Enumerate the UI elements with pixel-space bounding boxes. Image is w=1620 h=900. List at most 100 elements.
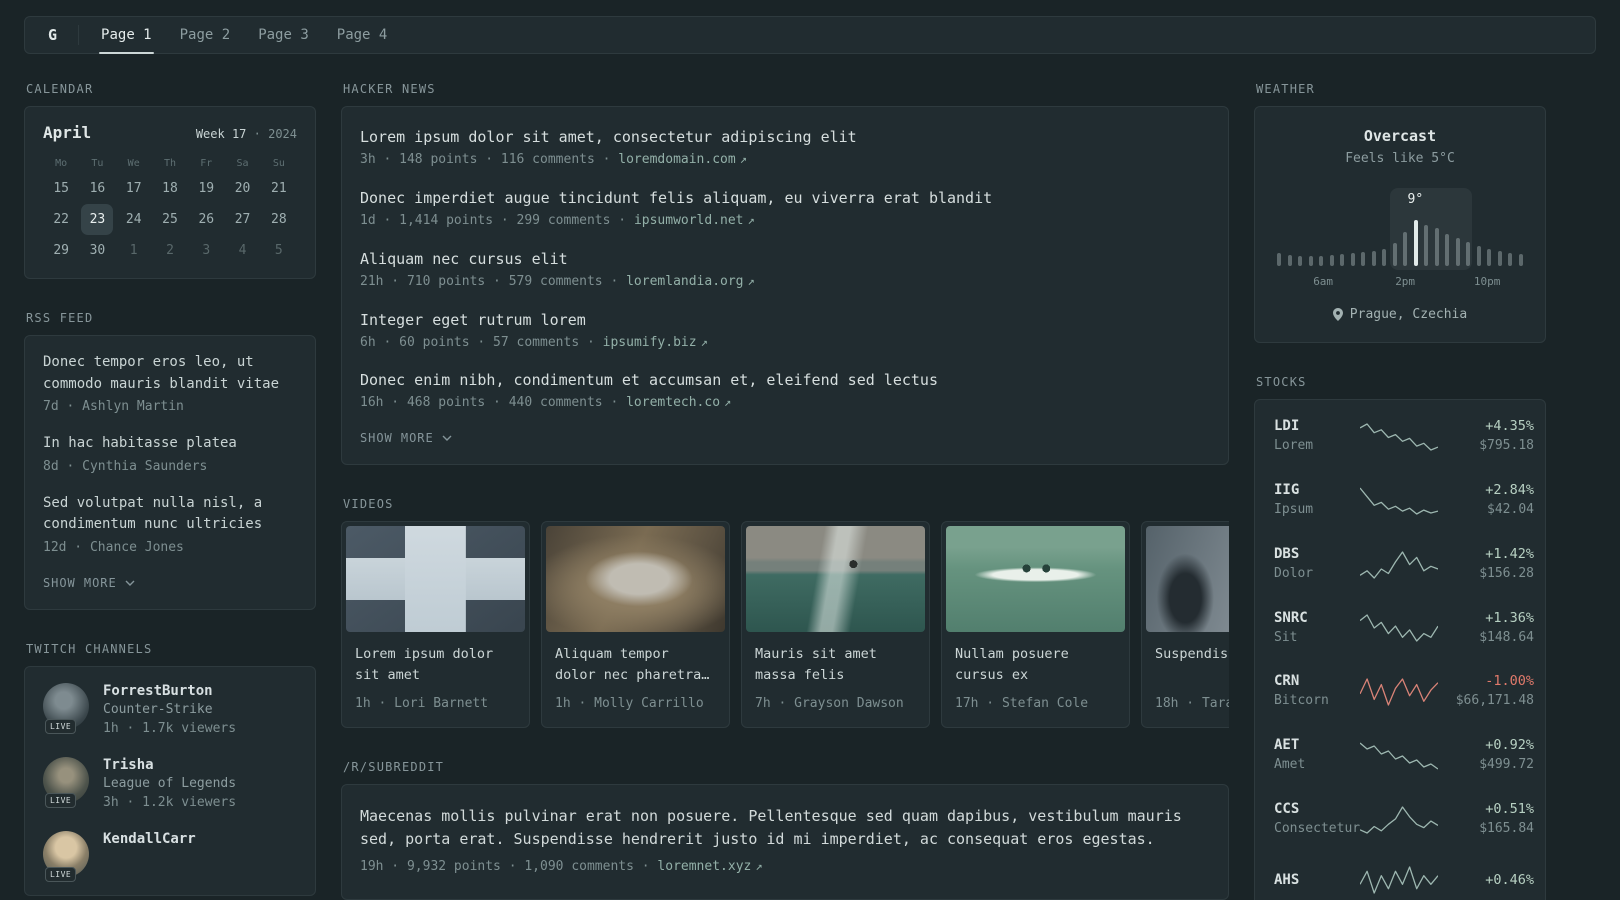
sparkline-chart (1360, 423, 1438, 451)
stock-change: +1.36% (1485, 609, 1534, 626)
nav-tab-page-3[interactable]: Page 3 (244, 17, 323, 53)
hackernews-item-title[interactable]: Donec enim nibh, condimentum et accumsan… (360, 370, 1210, 391)
stock-sparkline (1360, 422, 1438, 452)
video-card[interactable]: Lorem ipsum dolor sit amet consectetu… 1h… (341, 521, 530, 729)
rss-item-title[interactable]: Sed volutpat nulla nisl, a condimentum n… (43, 493, 297, 536)
page-tabs: Page 1 Page 2 Page 3 Page 4 (87, 17, 402, 54)
domain-link[interactable]: ipsumify.biz (603, 335, 697, 350)
video-title[interactable]: Aliquam tempor dolor nec pharetra… (555, 644, 716, 686)
weather-bar (1434, 228, 1439, 266)
video-title[interactable]: Suspendisse diam (1155, 644, 1229, 686)
hackernews-show-more-button[interactable]: SHOW MORE (360, 431, 452, 445)
video-card[interactable]: Suspendisse diam 18h · Tara (1141, 521, 1229, 729)
hackernews-widget: HACKER NEWS Lorem ipsum dolor sit amet, … (341, 82, 1229, 466)
weather-axis-label: 2pm (1395, 275, 1416, 288)
hackernews-item-title[interactable]: Aliquam nec cursus elit (360, 249, 1210, 270)
hackernews-item-title[interactable]: Donec imperdiet augue tincidunt felis al… (360, 188, 1210, 209)
domain-link[interactable]: loremlandia.org (626, 274, 743, 289)
videos-scroll-row[interactable]: Lorem ipsum dolor sit amet consectetu… 1h… (341, 521, 1229, 729)
calendar-day: 27 (234, 212, 251, 227)
stock-symbol[interactable]: SNRC (1274, 610, 1360, 626)
stock-symbol[interactable]: DBS (1274, 546, 1360, 562)
twitch-channel-row[interactable]: LIVE KendallCarr (43, 830, 297, 882)
twitch-widget: TWITCH CHANNELS LIVE ForrestBurton Counter… (24, 642, 316, 896)
domain-link[interactable]: loremtech.co (626, 395, 720, 410)
stock-symbol[interactable]: LDI (1274, 418, 1360, 434)
video-meta: 1h · Lori Barnett (355, 696, 489, 712)
weather-location: Prague, Czechia (1275, 307, 1525, 322)
rss-list: Donec tempor eros leo, ut commodo mauris… (43, 352, 297, 558)
widget-title-videos: VIDEOS (343, 497, 394, 512)
stock-values: +0.92% $499.72 (1438, 737, 1534, 775)
rss-widget: RSS FEED Donec tempor eros leo, ut commo… (24, 311, 316, 610)
twitch-channel-row[interactable]: LIVE ForrestBurton Counter-Strike 1h · 1.7k… (43, 682, 297, 739)
domain-link[interactable]: loremnet.xyz (657, 859, 751, 874)
sparkline-chart (1360, 614, 1438, 643)
nav-tab-page-1[interactable]: Page 1 (87, 17, 166, 54)
stock-change: -1.00% (1485, 673, 1534, 690)
weather-bar (1518, 254, 1523, 266)
domain-link[interactable]: loremdomain.com (618, 152, 735, 167)
stock-symbol[interactable]: IIG (1274, 482, 1360, 498)
hackernews-item-title[interactable]: Integer eget rutrum lorem (360, 310, 1210, 331)
sparkline-chart (1360, 550, 1438, 579)
stock-sparkline (1360, 741, 1438, 771)
subreddit-post-title[interactable]: Maecenas mollis pulvinar erat non posuer… (360, 805, 1210, 850)
video-thumbnail[interactable] (746, 526, 925, 633)
sparkline-chart (1360, 487, 1438, 515)
rss-item-title[interactable]: In hac habitasse platea (43, 433, 297, 455)
avatar-wrap: LIVE (43, 756, 89, 808)
nav-tab-page-4[interactable]: Page 4 (323, 17, 402, 53)
avatar-wrap: LIVE (43, 682, 89, 734)
video-thumbnail[interactable] (546, 526, 725, 633)
stock-symbol[interactable]: CRN (1274, 673, 1360, 689)
video-card[interactable]: Nullam posuere cursus ex 17h · Stefan Col… (941, 521, 1130, 729)
stock-values: +4.35% $795.18 (1438, 418, 1534, 456)
chevron-down-icon (125, 580, 135, 586)
video-title[interactable]: Mauris sit amet massa felis (755, 644, 916, 686)
stock-row: AHS +0.46% (1274, 852, 1534, 900)
video-title[interactable]: Lorem ipsum dolor sit amet consectetu… (355, 644, 516, 686)
stock-symbol[interactable]: AHS (1274, 872, 1360, 888)
weather-widget: WEATHER Overcast Feels like 5°C 9° 6am 2p… (1254, 82, 1546, 343)
video-thumbnail[interactable] (1146, 526, 1229, 633)
video-card[interactable]: Aliquam tempor dolor nec pharetra… 1h · M… (541, 521, 730, 729)
hackernews-item-title[interactable]: Lorem ipsum dolor sit amet, consectetur … (360, 127, 1210, 148)
hackernews-item: Lorem ipsum dolor sit amet, consectetur … (360, 127, 1210, 170)
rss-item-title[interactable]: Donec tempor eros leo, ut commodo mauris… (43, 352, 297, 395)
widget-title-weather: WEATHER (1256, 82, 1315, 96)
hackernews-item-meta: 6h · 60 points · 57 comments · ipsumify.… (360, 334, 1210, 353)
nav-tab-page-2[interactable]: Page 2 (166, 17, 245, 53)
domain-link[interactable]: ipsumworld.net (634, 213, 744, 228)
channel-name[interactable]: KendallCarr (103, 831, 196, 847)
weather-hourly-chart: 9° (1277, 188, 1523, 270)
stock-row: SNRC Sit +1.36% $148.64 (1274, 597, 1534, 661)
widget-title-twitch: TWITCH CHANNELS (26, 641, 153, 656)
stock-sparkline (1360, 805, 1438, 835)
video-title[interactable]: Nullam posuere cursus ex (955, 644, 1116, 686)
stock-price: $499.72 (1479, 757, 1534, 773)
stock-symbol[interactable]: AET (1274, 737, 1360, 753)
stock-price: $795.18 (1479, 438, 1534, 453)
calendar-dow-label: Su (272, 158, 285, 169)
video-thumbnail[interactable] (346, 526, 525, 633)
video-thumbnail[interactable] (946, 526, 1125, 633)
channel-meta: 3h · 1.2k viewers (103, 794, 237, 810)
right-column: WEATHER Overcast Feels like 5°C 9° 6am 2p… (1254, 82, 1546, 900)
stock-sparkline (1360, 486, 1438, 516)
rss-show-more-button[interactable]: SHOW MORE (43, 576, 135, 590)
channel-name[interactable]: Trisha (103, 757, 236, 773)
twitch-channel-row[interactable]: LIVE Trisha League of Legends 3h · 1.2k vie… (43, 756, 297, 813)
channel-name[interactable]: ForrestBurton (103, 683, 236, 699)
chevron-down-icon (442, 435, 452, 442)
external-link-icon: ↗ (739, 152, 747, 166)
weather-bar (1413, 220, 1418, 266)
stock-info: IIG Ipsum (1274, 482, 1360, 520)
video-card[interactable]: Mauris sit amet massa felis 7h · Grayson … (741, 521, 930, 729)
sparkline-chart (1360, 866, 1438, 894)
stock-change: +1.42% (1485, 545, 1534, 562)
calendar-dow-label: Th (163, 158, 177, 169)
stock-symbol[interactable]: CCS (1274, 801, 1360, 817)
weather-bar (1487, 248, 1492, 266)
stock-price: $42.04 (1487, 501, 1534, 517)
